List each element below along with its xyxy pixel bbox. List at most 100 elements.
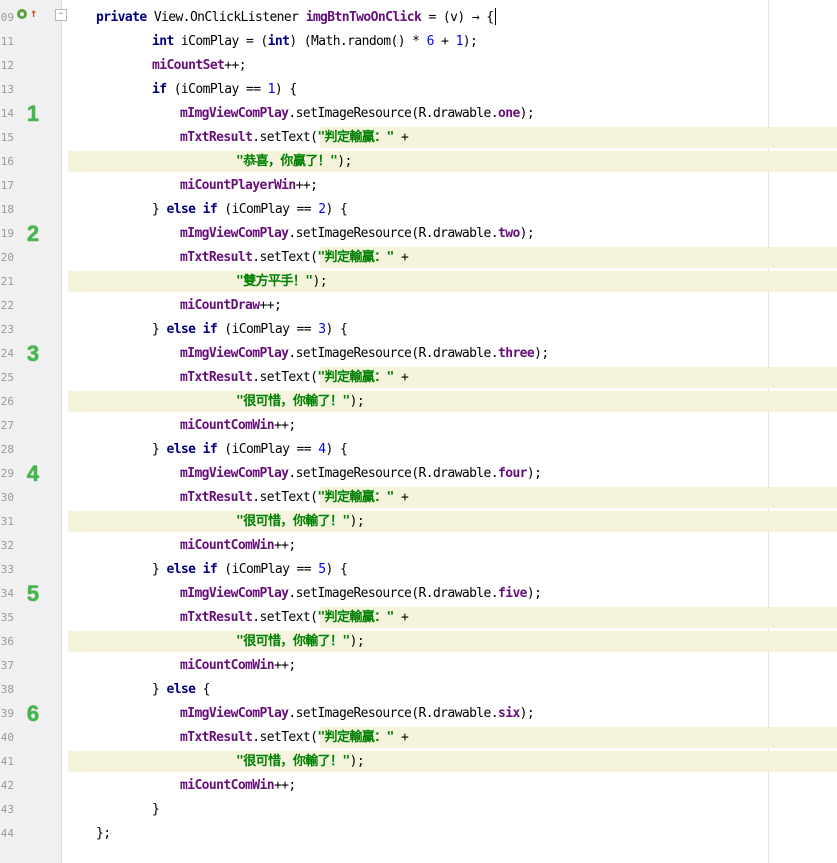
code-token: ); xyxy=(534,346,549,361)
line-number: 39 xyxy=(0,707,14,720)
code-line[interactable]: mImgViewComPlay.setImageResource(R.drawa… xyxy=(180,102,535,126)
code-line[interactable]: miCountComWin++; xyxy=(180,654,296,678)
line-number: 18 xyxy=(0,203,14,216)
code-line[interactable]: } else { xyxy=(152,678,210,702)
code-token: if xyxy=(152,82,167,97)
code-token: "判定輸贏：" xyxy=(317,730,394,745)
code-line[interactable]: }; xyxy=(96,822,111,846)
code-line[interactable]: int iComPlay = (int) (Math.random() * 6 … xyxy=(152,30,478,54)
code-line[interactable]: mTxtResult.setText("判定輸贏：" + xyxy=(180,126,409,150)
code-line[interactable]: } else if (iComPlay == 4) { xyxy=(152,438,348,462)
code-line[interactable]: mTxtResult.setText("判定輸贏：" + xyxy=(180,726,409,750)
code-token: .setText( xyxy=(252,730,318,745)
code-token: else if xyxy=(166,442,218,457)
line-number: 34 xyxy=(0,587,14,600)
code-token: ++; xyxy=(259,298,282,313)
step-number-marker: 2 xyxy=(26,221,40,246)
code-line[interactable]: miCountSet++; xyxy=(152,54,247,78)
code-token: 6 xyxy=(426,34,435,49)
code-token: miCountComWin xyxy=(180,658,275,673)
code-token: 1 xyxy=(267,82,276,97)
code-token: } xyxy=(152,682,167,697)
code-token: private xyxy=(96,10,147,25)
code-token: .setImageResource(R.drawable. xyxy=(288,466,498,481)
line-number: 24 xyxy=(0,347,14,360)
line-number: 28 xyxy=(0,443,14,456)
code-token: .setText( xyxy=(252,130,318,145)
code-token: 1 xyxy=(455,34,464,49)
line-number: 12 xyxy=(0,59,14,72)
code-line[interactable]: mImgViewComPlay.setImageResource(R.drawa… xyxy=(180,462,542,486)
code-line[interactable]: } else if (iComPlay == 2) { xyxy=(152,198,348,222)
run-gutter-icon[interactable]: ● xyxy=(17,9,27,19)
code-token: ++; xyxy=(295,178,318,193)
code-line[interactable]: mTxtResult.setText("判定輸贏：" + xyxy=(180,486,409,510)
code-line[interactable]: miCountDraw++; xyxy=(180,294,282,318)
code-line[interactable]: miCountPlayerWin++; xyxy=(180,174,318,198)
code-line[interactable]: miCountComWin++; xyxy=(180,774,296,798)
fold-icon[interactable]: − xyxy=(55,9,67,21)
code-token: ) (Math.random() * xyxy=(289,34,427,49)
code-line[interactable]: mTxtResult.setText("判定輸贏：" + xyxy=(180,246,409,270)
code-token: ); xyxy=(526,466,542,481)
line-number: 26 xyxy=(0,395,14,408)
text-caret xyxy=(495,8,496,25)
code-token: mTxtResult xyxy=(180,250,253,265)
line-number: 14 xyxy=(0,107,14,120)
code-token: .setText( xyxy=(252,490,318,505)
code-token: mTxtResult xyxy=(180,370,253,385)
string-highlight-band xyxy=(68,511,837,532)
code-token: } xyxy=(152,322,167,337)
code-token: "很可惜，你輸了！" xyxy=(236,514,350,529)
code-line[interactable]: mImgViewComPlay.setImageResource(R.drawa… xyxy=(180,342,549,366)
code-token: .setImageResource(R.drawable. xyxy=(288,706,498,721)
code-line[interactable]: mImgViewComPlay.setImageResource(R.drawa… xyxy=(180,222,535,246)
line-number: 21 xyxy=(0,275,14,288)
code-token: "恭喜，你贏了！" xyxy=(236,154,338,169)
code-line[interactable]: mImgViewComPlay.setImageResource(R.drawa… xyxy=(180,582,542,606)
code-token: else if xyxy=(166,202,218,217)
override-arrow-icon[interactable]: ↑ xyxy=(30,6,37,20)
code-token: mImgViewComPlay xyxy=(180,466,289,481)
line-number: 16 xyxy=(0,155,14,168)
code-token: miCountSet xyxy=(152,58,225,73)
code-line[interactable]: } xyxy=(152,798,160,822)
code-token: miCountComWin xyxy=(180,778,275,793)
code-editor[interactable]: 09 11 12 13 14 15 16 17 18 19 20 21 22 23 24 25 26 27 28 29… xyxy=(0,0,837,863)
code-token: (iComPlay == xyxy=(217,562,319,577)
line-number: 33 xyxy=(0,563,14,576)
code-line[interactable]: mTxtResult.setText("判定輸贏：" + xyxy=(180,606,409,630)
code-line[interactable]: if (iComPlay == 1) { xyxy=(152,78,297,102)
code-token: + xyxy=(393,490,409,505)
code-line[interactable]: "很可惜，你輸了！"); xyxy=(236,510,365,534)
code-token: mImgViewComPlay xyxy=(180,706,289,721)
code-line[interactable]: private View.OnClickListener imgBtnTwoOn… xyxy=(96,6,494,30)
code-token: "判定輸贏：" xyxy=(317,610,394,625)
code-token: mTxtResult xyxy=(180,490,253,505)
code-line[interactable]: "恭喜，你贏了！"); xyxy=(236,150,352,174)
code-token: "很可惜，你輸了！" xyxy=(236,394,350,409)
code-line[interactable]: "很可惜，你輸了！"); xyxy=(236,750,365,774)
step-number-marker: 5 xyxy=(26,581,40,606)
code-token: + xyxy=(393,370,409,385)
code-token: int xyxy=(267,34,290,49)
code-line[interactable]: mTxtResult.setText("判定輸贏：" + xyxy=(180,366,409,390)
code-token: two xyxy=(497,226,520,241)
code-line[interactable]: "很可惜，你輸了！"); xyxy=(236,390,365,414)
line-number: 20 xyxy=(0,251,14,264)
line-number: 11 xyxy=(0,35,14,48)
line-number: 19 xyxy=(0,227,14,240)
code-token: ++; xyxy=(273,538,296,553)
string-highlight-band xyxy=(68,151,837,172)
code-line[interactable]: mImgViewComPlay.setImageResource(R.drawa… xyxy=(180,702,535,726)
code-token: ) { xyxy=(325,442,348,457)
code-line[interactable]: } else if (iComPlay == 5) { xyxy=(152,558,348,582)
code-line[interactable]: "雙方平手！"); xyxy=(236,270,328,294)
code-line[interactable]: "很可惜，你輸了！"); xyxy=(236,630,365,654)
code-line[interactable]: miCountComWin++; xyxy=(180,534,296,558)
code-token: "很可惜，你輸了！" xyxy=(236,634,350,649)
code-token: "雙方平手！" xyxy=(236,274,313,289)
line-number: 30 xyxy=(0,491,14,504)
code-line[interactable]: } else if (iComPlay == 3) { xyxy=(152,318,348,342)
code-line[interactable]: miCountComWin++; xyxy=(180,414,296,438)
